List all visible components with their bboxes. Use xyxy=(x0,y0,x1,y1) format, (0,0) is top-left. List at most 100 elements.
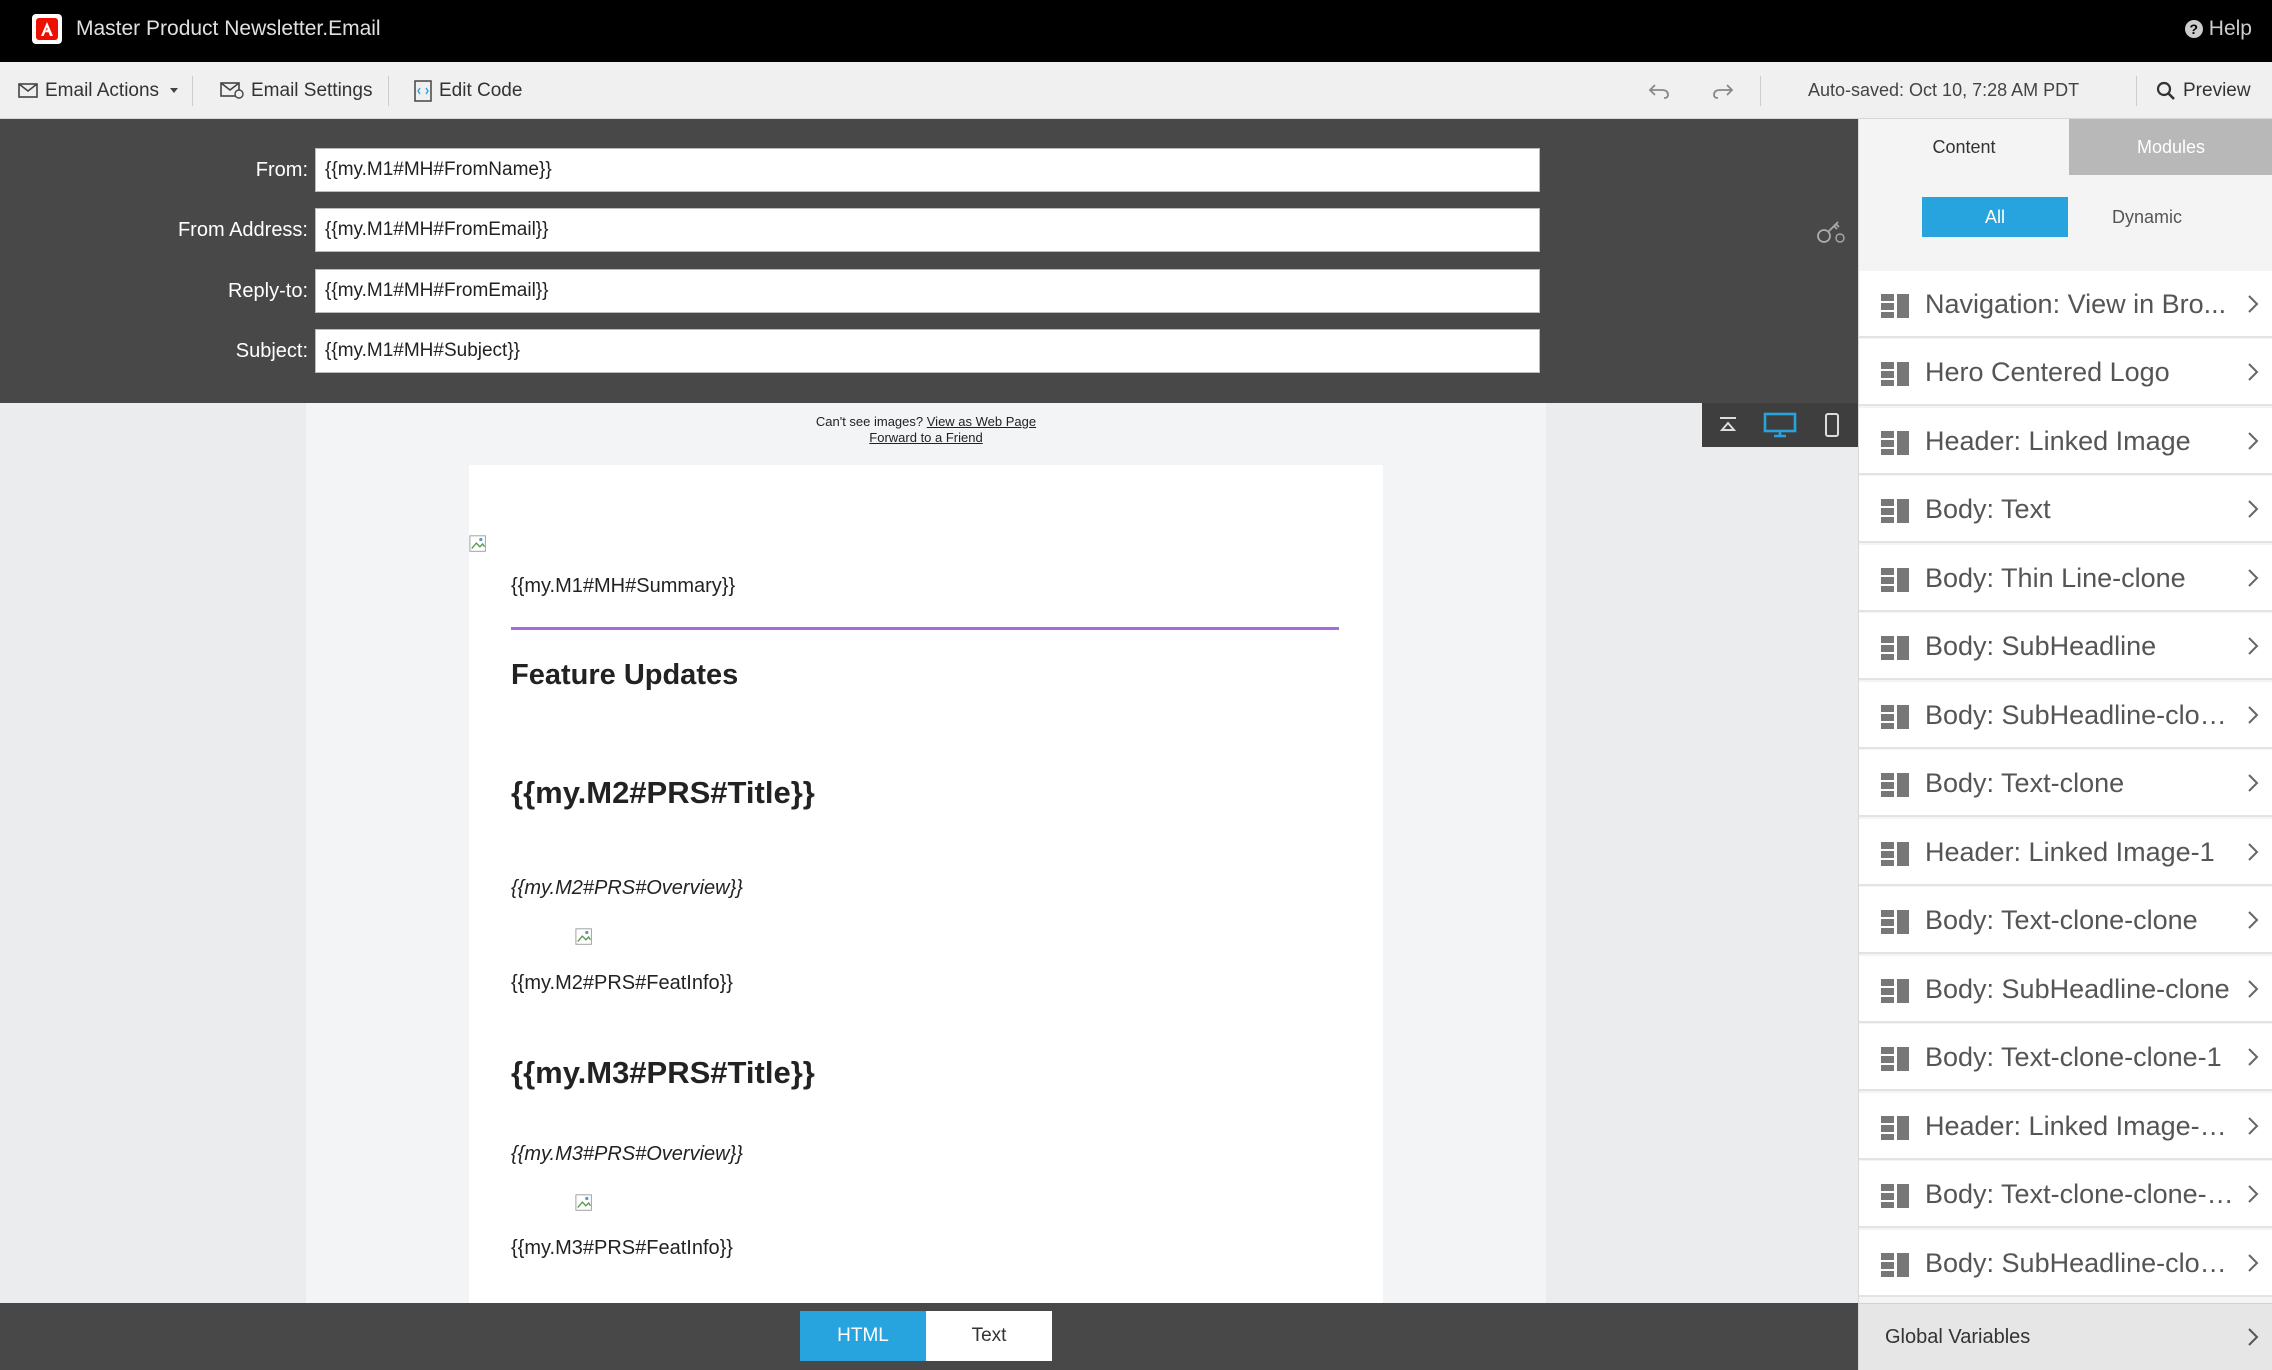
module-icon xyxy=(1881,431,1909,455)
module-item[interactable]: Body: Thin Line-clone xyxy=(1859,545,2272,612)
preview-button[interactable]: Preview xyxy=(2156,62,2251,119)
from-label: From: xyxy=(255,159,308,181)
collapse-header-button[interactable] xyxy=(1702,403,1754,447)
subject-field[interactable]: {{my.M1#MH#Subject}} xyxy=(315,329,1540,373)
forward-friend-link[interactable]: Forward to a Friend xyxy=(869,430,982,445)
module-label: Header: Linked Image-1... xyxy=(1925,1111,2235,1141)
chevron-right-icon xyxy=(2248,432,2259,450)
m3-overview: {{my.M3#PRS#Overview}} xyxy=(511,1143,743,1165)
email-settings-button[interactable]: Email Settings xyxy=(220,62,372,119)
mobile-view-button[interactable] xyxy=(1806,403,1858,447)
reply-to-field[interactable]: {{my.M1#MH#FromEmail}} xyxy=(315,269,1540,313)
module-item[interactable]: Hero Centered Logo xyxy=(1859,339,2272,406)
summary-text: {{my.M1#MH#Summary}} xyxy=(511,575,736,597)
subject-row: Subject: {{my.M1#MH#Subject}} xyxy=(0,329,1858,373)
module-item[interactable]: Navigation: View in Bro... xyxy=(1859,271,2272,338)
reply-to-row: Reply-to: {{my.M1#MH#FromEmail}} xyxy=(0,269,1858,313)
from-address-field[interactable]: {{my.M1#MH#FromEmail}} xyxy=(315,208,1845,252)
text-tab[interactable]: Text xyxy=(926,1311,1052,1361)
view-toggle-group xyxy=(1702,403,1858,447)
module-icon xyxy=(1881,1184,1909,1208)
module-item[interactable]: Body: Text-clone-clone-c... xyxy=(1859,1161,2272,1228)
chevron-right-icon xyxy=(2248,637,2259,655)
module-label: Header: Linked Image-1 xyxy=(1925,837,2215,867)
envelope-settings-icon xyxy=(220,82,244,99)
module-icon xyxy=(1881,1116,1909,1140)
from-address-row: From Address: {{my.M1#MH#FromEmail}} xyxy=(0,208,1858,252)
toolbar-divider xyxy=(1760,76,1761,106)
from-address-value: {{my.M1#MH#FromEmail}} xyxy=(325,219,549,240)
from-field[interactable]: {{my.M1#MH#FromName}} xyxy=(315,148,1540,192)
module-item[interactable]: Body: SubHeadline xyxy=(1859,613,2272,680)
document-title: Master Product Newsletter.Email xyxy=(76,17,381,40)
toolbar: Email Actions Email Settings Edit Code A… xyxy=(0,62,2272,119)
module-icon xyxy=(1881,910,1909,934)
email-actions-menu[interactable]: Email Actions xyxy=(18,62,179,119)
module-label: Body: Thin Line-clone xyxy=(1925,563,2186,593)
from-address-label: From Address: xyxy=(177,219,308,241)
chevron-right-icon xyxy=(2248,363,2259,381)
help-button[interactable]: ? Help xyxy=(2184,17,2252,41)
module-icon xyxy=(1881,842,1909,866)
undo-button[interactable] xyxy=(1648,62,1670,119)
autosave-status: Auto-saved: Oct 10, 7:28 AM PDT xyxy=(1808,80,2080,100)
module-item[interactable]: Body: Text-clone xyxy=(1859,750,2272,817)
module-icon xyxy=(1881,499,1909,523)
module-item[interactable]: Header: Linked Image-1... xyxy=(1859,1093,2272,1160)
filter-dynamic-button[interactable]: Dynamic xyxy=(2074,197,2220,237)
right-sidebar: Content Modules All Dynamic Navigation: … xyxy=(1858,119,2272,1370)
module-label: Body: SubHeadline-clon... xyxy=(1925,700,2235,730)
module-icon xyxy=(1881,1047,1909,1071)
chevron-right-icon xyxy=(2248,569,2259,587)
module-label: Hero Centered Logo xyxy=(1925,357,2170,387)
module-item[interactable]: Body: SubHeadline-clone xyxy=(1859,956,2272,1023)
module-label: Navigation: View in Bro... xyxy=(1925,289,2227,319)
chevron-right-icon xyxy=(2248,843,2259,861)
chevron-right-icon xyxy=(2248,1048,2259,1066)
desktop-view-button[interactable] xyxy=(1754,403,1806,447)
global-variables-button[interactable]: Global Variables xyxy=(1859,1303,2272,1370)
module-item[interactable]: Body: Text-clone-clone-1 xyxy=(1859,1024,2272,1091)
edit-code-button[interactable]: Edit Code xyxy=(414,62,522,119)
envelope-icon xyxy=(18,83,38,98)
m2-featinfo: {{my.M2#PRS#FeatInfo}} xyxy=(511,972,733,994)
redo-button[interactable] xyxy=(1712,62,1734,119)
module-icon xyxy=(1881,979,1909,1003)
feature-updates-heading: Feature Updates xyxy=(511,659,739,691)
module-item[interactable]: Body: Text-clone-clone xyxy=(1859,887,2272,954)
help-label: Help xyxy=(2208,17,2252,40)
tab-content[interactable]: Content xyxy=(1859,119,2069,175)
module-item[interactable]: Body: Text xyxy=(1859,476,2272,543)
chevron-right-icon xyxy=(2248,911,2259,929)
module-item[interactable]: Body: SubHeadline-clon... xyxy=(1859,682,2272,749)
module-item[interactable]: Header: Linked Image-1 xyxy=(1859,819,2272,886)
broken-image-icon xyxy=(575,1194,592,1211)
module-icon xyxy=(1881,773,1909,797)
tab-modules[interactable]: Modules xyxy=(2069,119,2272,175)
broken-image-icon xyxy=(469,535,486,552)
view-web-page-link[interactable]: View as Web Page xyxy=(927,414,1036,429)
preheader: Can't see images? View as Web Page Forwa… xyxy=(306,414,1546,446)
module-icon xyxy=(1881,568,1909,592)
email-body[interactable]: {{my.M1#MH#Summary}} Feature Updates {{m… xyxy=(469,465,1383,1303)
module-item[interactable]: Header: Linked Image xyxy=(1859,408,2272,475)
chevron-right-icon xyxy=(2248,1254,2259,1272)
module-label: Body: Text xyxy=(1925,494,2051,524)
title-bar: Master Product Newsletter.Email ? Help xyxy=(0,0,2272,62)
module-label: Body: Text-clone-clone-c... xyxy=(1925,1179,2235,1209)
module-label: Header: Linked Image xyxy=(1925,426,2191,456)
token-picker-icon[interactable] xyxy=(1816,218,1846,244)
chevron-right-icon xyxy=(2248,980,2259,998)
email-header-fields: From: {{my.M1#MH#FromName}} From Address… xyxy=(0,119,1858,403)
chevron-down-icon xyxy=(170,88,179,93)
subject-label: Subject: xyxy=(235,340,308,362)
global-variables-label: Global Variables xyxy=(1885,1326,2031,1348)
chevron-right-icon xyxy=(2248,706,2259,724)
m2-overview: {{my.M2#PRS#Overview}} xyxy=(511,877,743,899)
filter-all-button[interactable]: All xyxy=(1922,197,2068,237)
module-item[interactable]: Body: SubHeadline-clon... xyxy=(1859,1230,2272,1297)
divider-line xyxy=(511,627,1339,630)
html-tab[interactable]: HTML xyxy=(800,1311,926,1361)
preheader-text: Can't see images? xyxy=(815,414,924,429)
module-label: Body: SubHeadline xyxy=(1925,631,2157,661)
